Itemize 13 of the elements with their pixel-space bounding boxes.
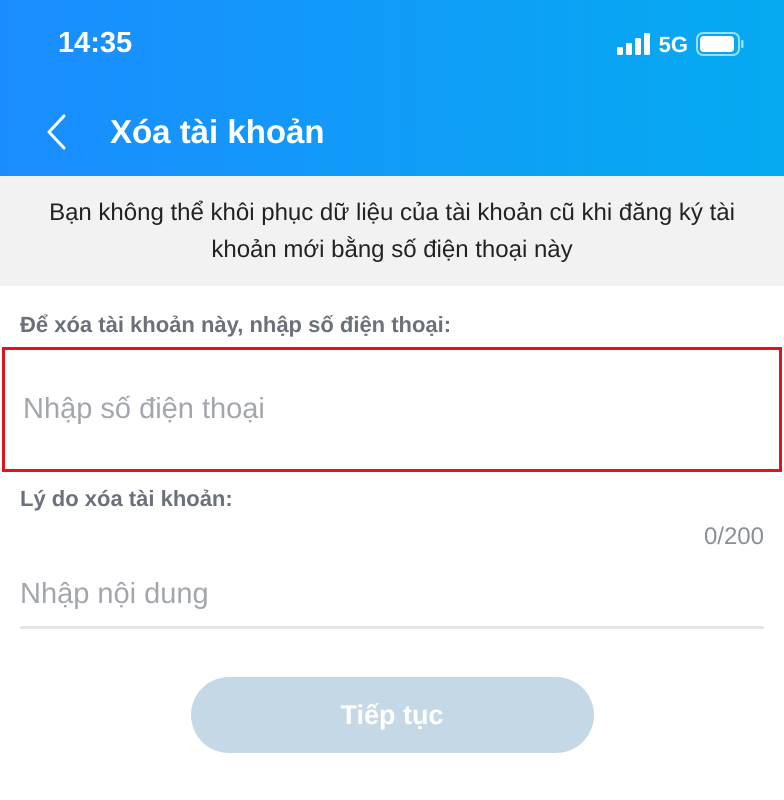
reason-input-field[interactable]: Nhập nội dung [20, 563, 764, 629]
phone-label: Để xóa tài khoản này, nhập số điện thoại: [20, 311, 452, 339]
reason-label: Lý do xóa tài khoản: [20, 485, 234, 513]
network-label: 5G [658, 30, 688, 58]
signal-icon [616, 33, 651, 55]
battery-icon [696, 32, 744, 56]
phone-input-field[interactable]: Nhập số điện thoại [2, 347, 782, 472]
notice-text: Bạn không thể khôi phục dữ liệu của tài khoản cũ khi đăng ký tài khoản mới bằng số điện thoại này [48, 198, 736, 265]
page-title: Xóa tài khoản [110, 112, 325, 152]
back-icon [46, 114, 66, 150]
character-counter: 0/200 [704, 522, 764, 552]
back-button[interactable] [46, 114, 68, 150]
status-time: 14:35 [58, 26, 132, 62]
